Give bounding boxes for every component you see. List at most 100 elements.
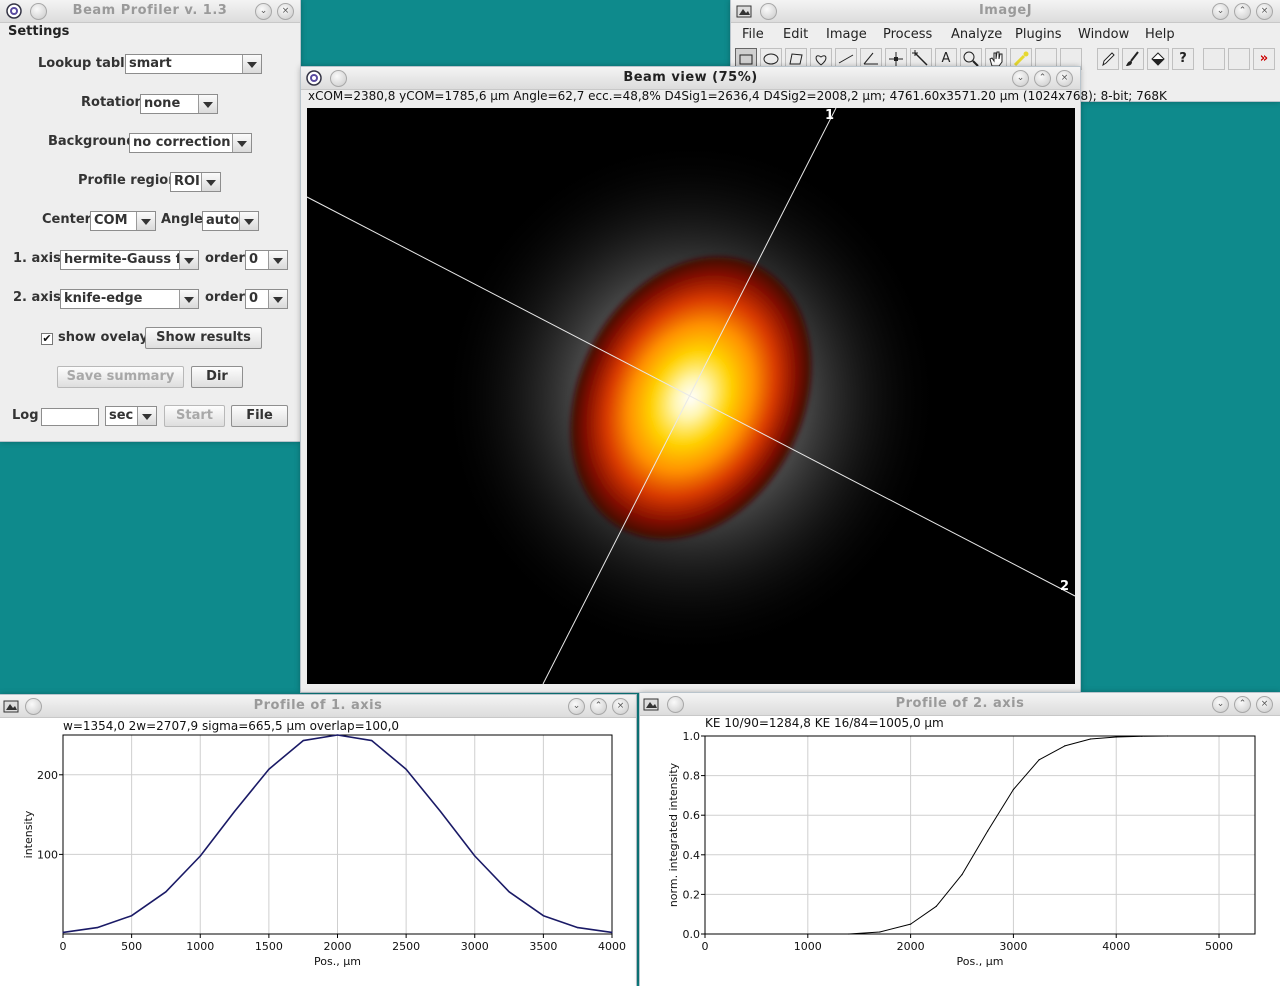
- menu-plugins[interactable]: Plugins: [1015, 27, 1062, 42]
- dir-button[interactable]: Dir: [191, 366, 243, 388]
- data-point: [302, 739, 304, 742]
- minimize-button[interactable]: ⌄: [1212, 696, 1229, 713]
- profile1-plot-area: w=1354,0 2w=2707,9 sigma=665,5 µm overla…: [0, 718, 636, 986]
- data-point: [371, 739, 373, 742]
- close-button[interactable]: ×: [1256, 696, 1273, 713]
- profile-region-select[interactable]: ROI: [170, 172, 221, 192]
- blank-tool-slot[interactable]: [1203, 48, 1225, 70]
- x-tick-label: 1500: [255, 940, 283, 953]
- data-point: [542, 915, 544, 917]
- x-tick-label: 2500: [392, 940, 420, 953]
- menu-help[interactable]: Help: [1145, 27, 1175, 42]
- maximize-button[interactable]: ⌃: [1234, 3, 1251, 20]
- background-select[interactable]: no correction: [129, 133, 252, 153]
- angle-select[interactable]: auto: [202, 211, 259, 231]
- minimize-button[interactable]: ⌄: [1012, 70, 1029, 87]
- close-button[interactable]: ×: [277, 3, 294, 20]
- x-axis-label: Pos., µm: [957, 955, 1004, 968]
- minimize-button[interactable]: ⌄: [1212, 3, 1229, 20]
- chevron-down-icon[interactable]: [201, 173, 220, 191]
- chevron-down-icon[interactable]: [137, 407, 156, 425]
- y-axis-label: norm. integrated intensity: [667, 762, 680, 907]
- x-tick-label: 4000: [1102, 940, 1130, 953]
- chevron-down-icon[interactable]: [268, 290, 287, 308]
- data-point: [508, 891, 510, 893]
- chevron-down-icon[interactable]: [179, 290, 198, 308]
- minimize-button[interactable]: ⌄: [568, 698, 585, 715]
- x-tick-label: 1000: [186, 940, 214, 953]
- start-button[interactable]: Start: [164, 405, 225, 427]
- profile2-titlebar[interactable]: Profile of 2. axis ⌄ ⌃ ×: [640, 693, 1280, 716]
- file-button[interactable]: File: [231, 405, 288, 427]
- image-info-line: xCOM=2380,8 yCOM=1785,6 µm Angle=62,7 ec…: [308, 89, 1167, 103]
- close-button[interactable]: ×: [612, 698, 629, 715]
- profile2-plot-area: KE 10/90=1284,8 KE 16/84=1005,0 µm 0 1000…: [640, 716, 1280, 986]
- more-tools-icon[interactable]: »: [1253, 48, 1275, 70]
- settings-menu[interactable]: Settings: [8, 24, 69, 39]
- data-point: [62, 931, 64, 934]
- series-line: [848, 735, 1168, 935]
- minimize-button[interactable]: ⌄: [255, 3, 272, 20]
- data-point: [577, 927, 579, 929]
- chevron-down-icon[interactable]: [242, 55, 261, 73]
- show-results-button[interactable]: Show results: [145, 327, 262, 349]
- profile1-titlebar[interactable]: Profile of 1. axis ⌄ ⌃ ×: [0, 695, 636, 718]
- data-point: [233, 810, 236, 813]
- profile1-chart[interactable]: 0 500 1000 1500 2000 2500 3000 3500 4000 100 200 Po…: [0, 718, 636, 986]
- axis2-method-select[interactable]: knife-edge: [60, 289, 199, 309]
- close-button[interactable]: ×: [1256, 3, 1273, 20]
- data-point: [336, 734, 339, 736]
- data-point: [1115, 736, 1117, 738]
- x-tick-label: 3500: [529, 940, 557, 953]
- angle-label: Angle: [161, 212, 203, 227]
- pencil-icon[interactable]: [1097, 48, 1119, 70]
- window-title: ImageJ: [978, 3, 1033, 18]
- menu-analyze[interactable]: Analyze: [951, 27, 1002, 42]
- show-overlay-checkbox[interactable]: ✔: [41, 333, 53, 345]
- menu-edit[interactable]: Edit: [783, 27, 808, 42]
- chevron-down-icon[interactable]: [268, 251, 287, 269]
- axis1-method-select[interactable]: hermite-Gauss fit: [60, 250, 199, 270]
- center-select[interactable]: COM: [90, 211, 156, 231]
- beam-image-canvas[interactable]: 1 2: [307, 108, 1075, 684]
- imagej-titlebar[interactable]: ImageJ ⌄ ⌃ ×: [731, 0, 1280, 23]
- axis1-order-select[interactable]: 0: [245, 250, 288, 270]
- beam-profiler-titlebar[interactable]: Beam Profiler v. 1.3 ⌄ ×: [0, 0, 300, 23]
- log-interval-input[interactable]: [41, 408, 99, 426]
- maximize-button[interactable]: ⌃: [590, 698, 607, 715]
- data-point: [611, 931, 613, 934]
- lookup-table-select[interactable]: smart: [125, 54, 262, 74]
- chevron-down-icon[interactable]: [239, 212, 258, 230]
- y-tick-label: 0.0: [683, 928, 701, 941]
- data-point: [1089, 738, 1092, 740]
- menu-process[interactable]: Process: [883, 27, 932, 42]
- rotation-select[interactable]: none: [140, 94, 218, 114]
- menu-file[interactable]: File: [742, 27, 764, 42]
- axis2-order-select[interactable]: 0: [245, 289, 288, 309]
- flood-fill-icon[interactable]: [1147, 48, 1169, 70]
- data-point: [987, 830, 989, 832]
- blank-tool-slot[interactable]: [1228, 48, 1250, 70]
- chevron-down-icon[interactable]: [179, 251, 198, 269]
- chevron-down-icon[interactable]: [198, 95, 217, 113]
- help-icon[interactable]: ?: [1172, 48, 1194, 70]
- chevron-down-icon[interactable]: [136, 212, 155, 230]
- save-summary-button[interactable]: Save summary: [57, 366, 184, 388]
- menu-window[interactable]: Window: [1078, 27, 1129, 42]
- profile2-chart[interactable]: 0 1000 2000 3000 4000 5000 0.0 0.2 0.4 0.6 0.8 1.0 P…: [640, 716, 1280, 986]
- log-unit-select[interactable]: sec: [105, 406, 157, 426]
- maximize-button[interactable]: ⌃: [1234, 696, 1251, 713]
- maximize-button[interactable]: ⌃: [1034, 70, 1051, 87]
- close-button[interactable]: ×: [1056, 70, 1073, 87]
- data-point: [961, 874, 963, 876]
- beam-view-titlebar[interactable]: Beam view (75%) ⌄ ⌃ ×: [301, 67, 1080, 90]
- data-point: [96, 927, 98, 929]
- data-point: [1167, 735, 1169, 737]
- brush-icon[interactable]: [1122, 48, 1144, 70]
- menu-image[interactable]: Image: [826, 27, 867, 42]
- data-point: [199, 855, 201, 857]
- chevron-down-icon[interactable]: [232, 134, 251, 152]
- axis1-overlay-label: 1: [825, 108, 834, 123]
- x-tick-label: 5000: [1205, 940, 1233, 953]
- y-tick-label: 200: [37, 769, 58, 782]
